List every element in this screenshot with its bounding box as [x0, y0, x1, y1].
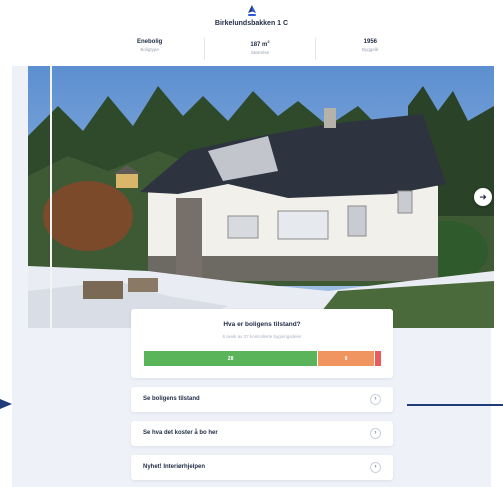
- arrow-right-icon: ➜: [479, 191, 487, 202]
- chevron-right-icon: ›: [370, 394, 381, 405]
- fact-value: Enebolig: [136, 39, 163, 45]
- condition-segment-moderate: 9: [318, 351, 374, 366]
- condition-summary-card: Hva er boligens tilstand? 6 avvik av 37 …: [131, 309, 393, 378]
- link-condition-report[interactable]: Se boligens tilstand ›: [131, 387, 393, 412]
- content-area: Hva er boligens tilstand? 6 avvik av 37 …: [12, 66, 494, 487]
- next-image-button[interactable]: ➜: [474, 188, 492, 206]
- condition-title: Hva er boligens tilstand?: [223, 321, 301, 328]
- chevron-right-icon: ›: [370, 428, 381, 439]
- page-header: Birkelundsbakken 1 C Enebolig Boligtype …: [0, 0, 503, 66]
- fact-label: Størrelse: [250, 50, 270, 55]
- fact-size: 187 m2 Størrelse: [205, 38, 316, 60]
- property-address: Birkelundsbakken 1 C: [214, 20, 289, 27]
- fact-year-built: 1956 Byggeår: [316, 38, 425, 60]
- pointer-arrow-icon: [0, 399, 12, 409]
- condition-subtitle: 6 avvik av 37 kontrollerte bygningsdeler: [222, 334, 302, 339]
- link-label: Se boligens tilstand: [143, 396, 200, 402]
- property-photo: [28, 66, 494, 328]
- property-facts: Enebolig Boligtype 187 m2 Størrelse 1956…: [95, 38, 425, 60]
- chevron-right-icon: ›: [370, 462, 381, 473]
- fact-value: 1956: [363, 39, 377, 45]
- link-living-costs[interactable]: Se hva det koster å bo her ›: [131, 421, 393, 446]
- fact-size-value: 187 m: [250, 42, 268, 48]
- fact-property-type: Enebolig Boligtype: [95, 38, 206, 60]
- connector-line: [407, 404, 503, 406]
- fact-label: Boligtype: [140, 47, 159, 52]
- condition-bar: 28 9: [144, 351, 381, 366]
- fact-value: 187 m2: [205, 38, 314, 49]
- condition-segment-good: 28: [144, 351, 318, 366]
- logo-icon: [248, 5, 256, 16]
- fact-size-unit: 2: [267, 39, 270, 44]
- condition-segment-severe: [374, 351, 381, 366]
- fact-label: Byggeår: [361, 47, 379, 52]
- link-label: Nyhet! Interiørhjelpen: [143, 464, 206, 470]
- link-label: Se hva det koster å bo her: [143, 430, 218, 436]
- link-interior-help[interactable]: Nyhet! Interiørhjelpen ›: [131, 455, 393, 480]
